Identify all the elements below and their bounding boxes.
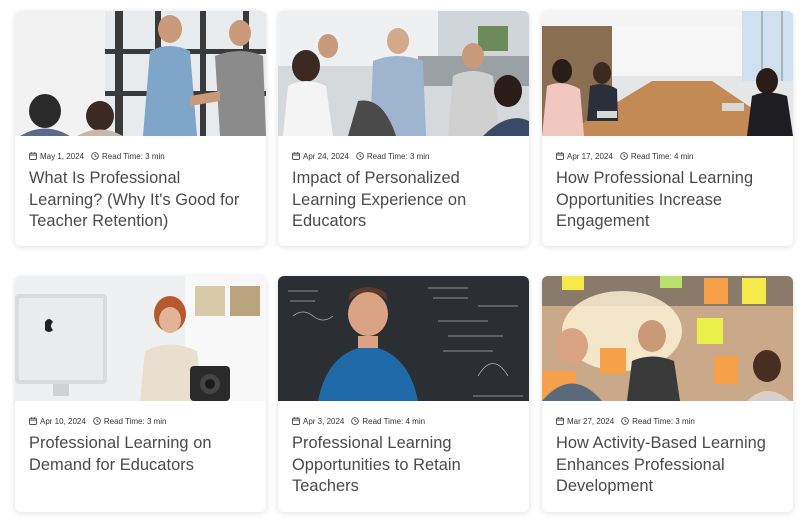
post-read-time: Read Time: 3 min bbox=[356, 152, 430, 161]
post-read-time-text: Read Time: 4 min bbox=[630, 151, 694, 161]
post-read-time: Read Time: 3 min bbox=[621, 417, 695, 426]
post-read-time: Read Time: 4 min bbox=[620, 152, 694, 161]
post-date: Apr 24, 2024 bbox=[292, 152, 349, 161]
blog-card[interactable]: Apr 10, 2024 Read Time: 3 min Profession… bbox=[15, 276, 266, 512]
post-date-text: Apr 24, 2024 bbox=[303, 151, 349, 161]
calendar-icon bbox=[29, 152, 37, 160]
post-read-time: Read Time: 4 min bbox=[351, 417, 425, 426]
blog-card[interactable]: Apr 17, 2024 Read Time: 4 min How Profes… bbox=[542, 11, 793, 246]
post-meta: Apr 17, 2024 Read Time: 4 min bbox=[542, 136, 793, 161]
post-read-time: Read Time: 3 min bbox=[91, 152, 165, 161]
clock-icon bbox=[621, 417, 629, 425]
post-read-time-text: Read Time: 3 min bbox=[366, 151, 430, 161]
post-date: May 1, 2024 bbox=[29, 152, 84, 161]
post-meta: Apr 10, 2024 Read Time: 3 min bbox=[15, 401, 266, 426]
calendar-icon bbox=[556, 152, 564, 160]
post-title[interactable]: How Activity-Based Learning Enhances Pro… bbox=[542, 425, 793, 498]
calendar-icon bbox=[556, 417, 564, 425]
post-meta: Apr 3, 2024 Read Time: 4 min bbox=[278, 401, 529, 426]
calendar-icon bbox=[29, 417, 37, 425]
conference-room-meeting-photo[interactable] bbox=[542, 11, 793, 136]
post-meta: Apr 24, 2024 Read Time: 3 min bbox=[278, 136, 529, 161]
post-date-text: Mar 27, 2024 bbox=[567, 416, 615, 426]
post-date: Apr 10, 2024 bbox=[29, 417, 86, 426]
group-discussion-photo[interactable] bbox=[278, 11, 529, 136]
post-read-time-text: Read Time: 3 min bbox=[102, 151, 165, 161]
post-read-time-text: Read Time: 3 min bbox=[103, 416, 167, 426]
post-title[interactable]: Impact of Personalized Learning Experien… bbox=[278, 160, 529, 233]
post-date-text: Apr 3, 2024 bbox=[303, 416, 345, 426]
clock-icon bbox=[93, 417, 101, 425]
post-title[interactable]: How Professional Learning Opportunities … bbox=[542, 160, 793, 233]
calendar-icon bbox=[292, 152, 300, 160]
sticky-notes-brainstorm-photo[interactable] bbox=[542, 276, 793, 401]
woman-at-computer-photo[interactable] bbox=[15, 276, 266, 401]
post-date-text: Apr 17, 2024 bbox=[567, 151, 613, 161]
clock-icon bbox=[351, 417, 360, 425]
post-read-time-text: Read Time: 4 min bbox=[362, 416, 426, 426]
two-men-shaking-hands-photo[interactable] bbox=[15, 11, 266, 136]
post-title[interactable]: Professional Learning on Demand for Educ… bbox=[15, 425, 266, 476]
clock-icon bbox=[91, 152, 99, 160]
post-date-text: May 1, 2024 bbox=[40, 151, 85, 161]
calendar-icon bbox=[292, 417, 300, 425]
clock-icon bbox=[356, 152, 364, 160]
man-at-chalkboard-photo[interactable] bbox=[278, 276, 529, 401]
post-read-time: Read Time: 3 min bbox=[93, 417, 167, 426]
blog-card[interactable]: May 1, 2024 Read Time: 3 min What Is Pro… bbox=[15, 11, 266, 246]
post-date-text: Apr 10, 2024 bbox=[40, 416, 86, 426]
clock-icon bbox=[620, 152, 628, 160]
blog-card[interactable]: Apr 3, 2024 Read Time: 4 min Professiona… bbox=[278, 276, 529, 512]
blog-card[interactable]: Apr 24, 2024 Read Time: 3 min Impact of … bbox=[278, 11, 529, 246]
post-title[interactable]: What Is Professional Learning? (Why It's… bbox=[15, 160, 266, 233]
post-meta: May 1, 2024 Read Time: 3 min bbox=[15, 136, 266, 161]
post-date: Apr 3, 2024 bbox=[292, 417, 344, 426]
post-read-time-text: Read Time: 3 min bbox=[632, 416, 695, 426]
post-title[interactable]: Professional Learning Opportunities to R… bbox=[278, 425, 529, 498]
blog-card[interactable]: Mar 27, 2024 Read Time: 3 min How Activi… bbox=[542, 276, 793, 512]
post-date: Mar 27, 2024 bbox=[556, 417, 614, 426]
post-meta: Mar 27, 2024 Read Time: 3 min bbox=[542, 401, 793, 426]
post-date: Apr 17, 2024 bbox=[556, 152, 613, 161]
